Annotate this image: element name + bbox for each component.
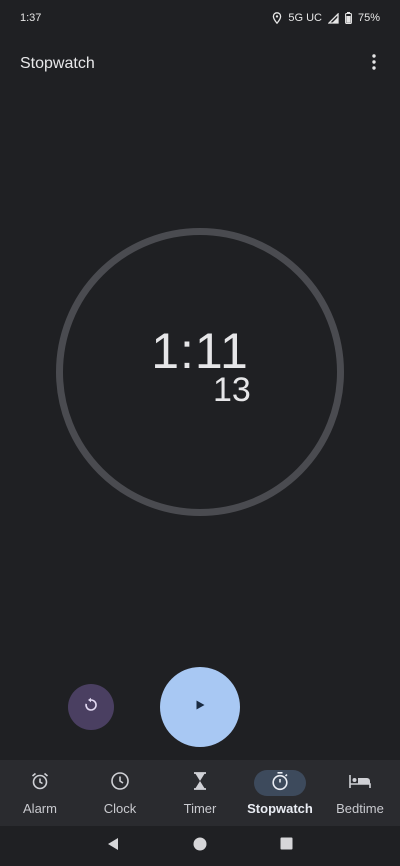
elapsed-hundredths: 13	[213, 371, 251, 409]
nav-label-alarm: Alarm	[23, 801, 57, 816]
home-circle-icon	[193, 837, 207, 856]
status-bar: 1:37 5G UC 75%	[0, 0, 400, 36]
network-label: 5G UC	[288, 12, 322, 24]
nav-icon-container	[174, 770, 226, 796]
reset-button[interactable]	[68, 684, 114, 730]
nav-item-clock[interactable]: Clock	[80, 760, 160, 826]
status-time: 1:37	[20, 12, 42, 24]
nav-label-timer: Timer	[183, 801, 217, 816]
battery-icon	[345, 12, 352, 24]
elapsed-time: 1:11	[151, 323, 249, 379]
nav-item-timer[interactable]: Timer	[160, 760, 240, 826]
app-bar: Stopwatch	[0, 44, 400, 84]
nav-label-bedtime: Bedtime	[336, 801, 384, 816]
signal-icon	[327, 12, 339, 24]
recents-square-icon	[280, 837, 293, 855]
nav-icon-container	[254, 770, 306, 796]
page-title: Stopwatch	[20, 55, 95, 72]
more-options-button[interactable]	[362, 52, 386, 76]
recents-button[interactable]	[277, 836, 297, 856]
nav-label-stopwatch: Stopwatch	[247, 801, 313, 816]
back-button[interactable]	[103, 836, 123, 856]
system-navigation-bar	[0, 826, 400, 866]
nav-icon-container	[14, 770, 66, 796]
home-button[interactable]	[190, 836, 210, 856]
play-icon	[194, 698, 206, 716]
nav-item-bedtime[interactable]: Bedtime	[320, 760, 400, 826]
alarm-clock-icon	[30, 771, 50, 796]
nav-label-clock: Clock	[103, 801, 137, 816]
bottom-navigation: Alarm Clock Timer Stopwatch Bedtime	[0, 760, 400, 826]
stopwatch-icon	[270, 771, 290, 796]
battery-percent: 75%	[357, 12, 380, 24]
bed-icon	[349, 773, 371, 794]
nav-icon-container	[334, 770, 386, 796]
location-icon	[272, 12, 282, 24]
clock-icon	[110, 771, 130, 796]
hourglass-icon	[192, 771, 208, 795]
start-button[interactable]	[160, 667, 240, 747]
status-icons: 5G UC 75%	[272, 12, 380, 24]
reset-icon	[83, 697, 99, 718]
nav-item-alarm[interactable]: Alarm	[0, 760, 80, 826]
nav-item-stopwatch[interactable]: Stopwatch	[240, 760, 320, 826]
back-triangle-icon	[106, 837, 120, 856]
more-vert-icon	[372, 53, 376, 75]
nav-icon-container	[94, 770, 146, 796]
